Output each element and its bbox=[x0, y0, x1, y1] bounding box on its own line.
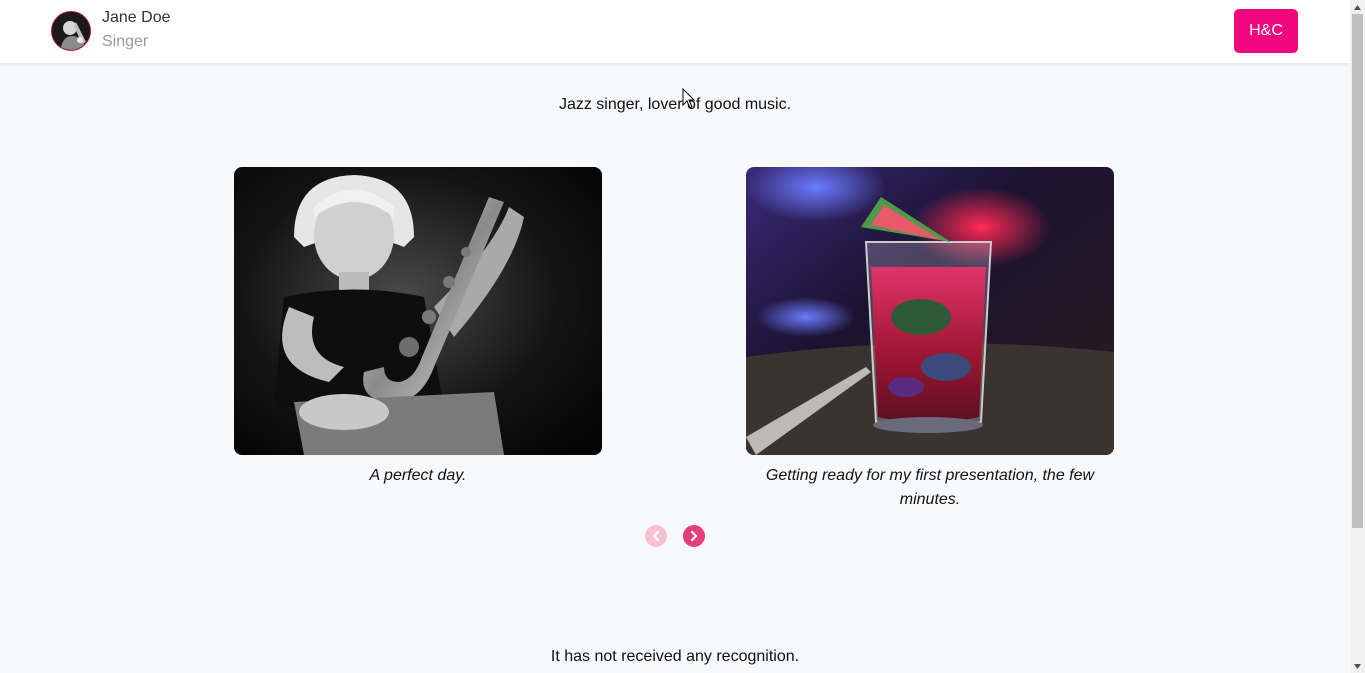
carousel-next-button[interactable] bbox=[683, 525, 705, 547]
user-role: Singer bbox=[102, 33, 149, 50]
vertical-scrollbar[interactable] bbox=[1350, 0, 1365, 673]
gallery-caption-1: A perfect day. bbox=[369, 467, 467, 484]
gallery-caption-2: Getting ready for my first presentation,… bbox=[765, 467, 1095, 508]
chevron-right-icon bbox=[690, 531, 698, 541]
top-header: Jane Doe Singer H&C bbox=[0, 0, 1350, 63]
scrollbar-thumb[interactable] bbox=[1352, 14, 1363, 528]
avatar-image bbox=[52, 12, 90, 50]
chevron-left-icon bbox=[652, 531, 660, 541]
recognition-text: It has not received any recognition. bbox=[550, 648, 800, 665]
brand-button[interactable]: H&C bbox=[1234, 9, 1298, 53]
gallery-image-saxophone[interactable] bbox=[234, 167, 602, 455]
gallery-image-cocktail[interactable] bbox=[746, 167, 1114, 455]
carousel-prev-button[interactable] bbox=[645, 525, 667, 547]
page: Jane Doe Singer H&C Jazz singer, lover o… bbox=[0, 0, 1350, 673]
profile-bio: Jazz singer, lover of good music. bbox=[558, 96, 792, 113]
avatar[interactable] bbox=[51, 11, 91, 51]
mouse-cursor-icon bbox=[682, 87, 696, 115]
user-name: Jane Doe bbox=[102, 9, 171, 26]
scroll-down-arrow-icon[interactable] bbox=[1350, 659, 1365, 673]
scroll-up-arrow-icon[interactable] bbox=[1350, 0, 1365, 14]
